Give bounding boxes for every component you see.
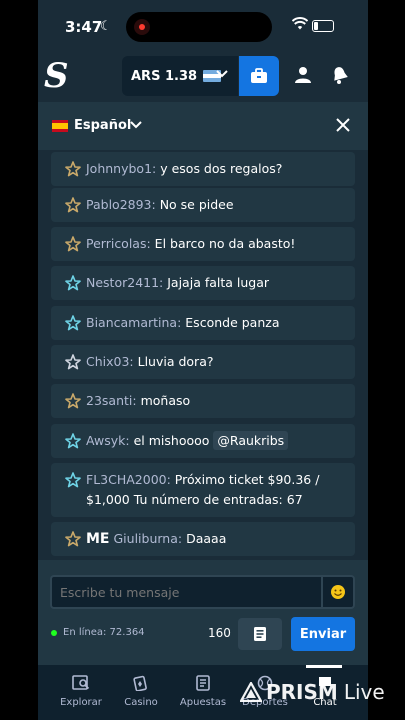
status-time: 3:47 [65,18,103,36]
chat-message: Johnnybo1: y esos dos regalos? [51,152,355,186]
chat-header: Español [38,102,368,151]
chat-rules-button[interactable] [238,618,282,650]
chat-text: moñaso [136,393,191,408]
wallet-button[interactable] [239,56,279,96]
star-icon [65,236,81,252]
star-icon [65,393,81,409]
chat-username[interactable]: FL3CHA2000: [86,472,171,487]
chat-message: FL3CHA2000: Próximo ticket $90.36 / $1,0… [51,463,355,517]
chat-username[interactable]: Biancamartina: [86,315,181,330]
nav-casino[interactable]: Casino [108,673,174,708]
star-icon [65,161,81,177]
character-counter: 160 [208,626,231,640]
chat-message: Chix03: Lluvia dora? [51,345,355,379]
chat-message: Pablo2893: No se pidee [51,188,355,222]
star-icon [65,354,81,370]
stake-logo[interactable]: S [44,56,69,96]
chat-text: El barco no da abasto! [150,236,296,251]
send-button[interactable]: Enviar [291,617,355,651]
chat-username[interactable]: Pablo2893: [86,197,156,212]
status-bar: 3:47 ☾ [38,0,368,50]
document-icon [254,627,266,641]
me-badge: ME [86,531,110,547]
online-indicator [51,630,57,636]
star-icon [65,433,81,449]
star-icon [65,472,81,488]
nav-label: Casino [124,697,158,708]
prism-logo-icon [240,682,262,702]
chat-text: el mishoooo [129,433,214,448]
chat-message: Biancamartina: Esconde panza [51,306,355,340]
chat-messages[interactable]: Johnnybo1: y esos dos regalos? Pablo2893… [38,150,368,560]
nav-apuestas[interactable]: Apuestas [170,673,236,708]
close-icon[interactable] [336,118,350,132]
currency-amount: ARS 1.38 [131,68,198,84]
online-count: En línea: 72.364 [63,627,145,638]
language-selector[interactable]: Español [74,118,131,133]
battery-icon [312,20,334,32]
user-icon[interactable] [294,66,312,84]
spain-flag-icon [52,120,68,132]
chat-username[interactable]: Perricolas: [86,236,151,251]
chevron-down-icon [216,70,228,78]
search-icon [72,675,90,690]
smiley-icon [331,585,345,599]
chat-message: ME Giuliburna: Daaaa [51,522,355,556]
chat-username[interactable]: Giuliburna: [114,531,183,546]
watermark-suffix: Live [343,680,385,704]
bell-icon[interactable] [330,65,350,85]
mention-tag[interactable]: @Raukribs [213,431,289,450]
chat-message: Nestor2411: Jajaja falta lugar [51,266,355,300]
star-icon [65,315,81,331]
chat-text: Jajaja falta lugar [163,275,270,290]
chat-text: y esos dos regalos? [156,161,283,176]
chevron-down-icon[interactable] [130,121,142,129]
star-icon [65,197,81,213]
chat-text: Esconde panza [181,315,280,330]
chat-username[interactable]: 23santi: [86,393,137,408]
nav-label: Apuestas [179,697,227,708]
chat-username[interactable]: Nestor2411: [86,275,163,290]
chat-message: Perricolas: El barco no da abasto! [51,227,355,261]
chat-text: No se pidee [155,197,234,212]
star-icon [65,531,81,547]
chat-text: Lluvia dora? [133,354,214,369]
recording-icon [134,19,150,35]
chat-message: Awsyk: el mishoooo @Raukribs [51,424,355,458]
chat-text: Daaaa [182,531,227,546]
active-tab-indicator [306,665,342,668]
moon-icon: ☾ [100,19,112,34]
prism-live-watermark: PRISM Live [240,680,385,704]
nav-explorar[interactable]: Explorar [48,673,114,708]
wifi-icon [292,17,308,30]
star-icon [65,275,81,291]
phone-screen: 3:47 ☾ S ARS 1.38 Español Johnnybo1: y e… [38,0,368,720]
nav-label: Explorar [60,697,102,708]
dynamic-island [126,12,272,42]
chat-username[interactable]: Johnnybo1: [86,161,156,176]
wallet-icon [251,68,267,83]
currency-selector[interactable]: ARS 1.38 [122,56,238,96]
chat-input-area: En línea: 72.364 160 Enviar [38,560,368,665]
emoji-button[interactable] [321,575,355,609]
cards-icon [133,675,147,691]
watermark-brand: PRISM [266,680,338,704]
ticket-icon [196,675,210,691]
chat-username[interactable]: Awsyk: [86,433,130,448]
chat-username[interactable]: Chix03: [86,354,134,369]
top-header: S ARS 1.38 [38,50,368,102]
message-input[interactable] [50,575,322,609]
chat-message: 23santi: moñaso [51,384,355,418]
